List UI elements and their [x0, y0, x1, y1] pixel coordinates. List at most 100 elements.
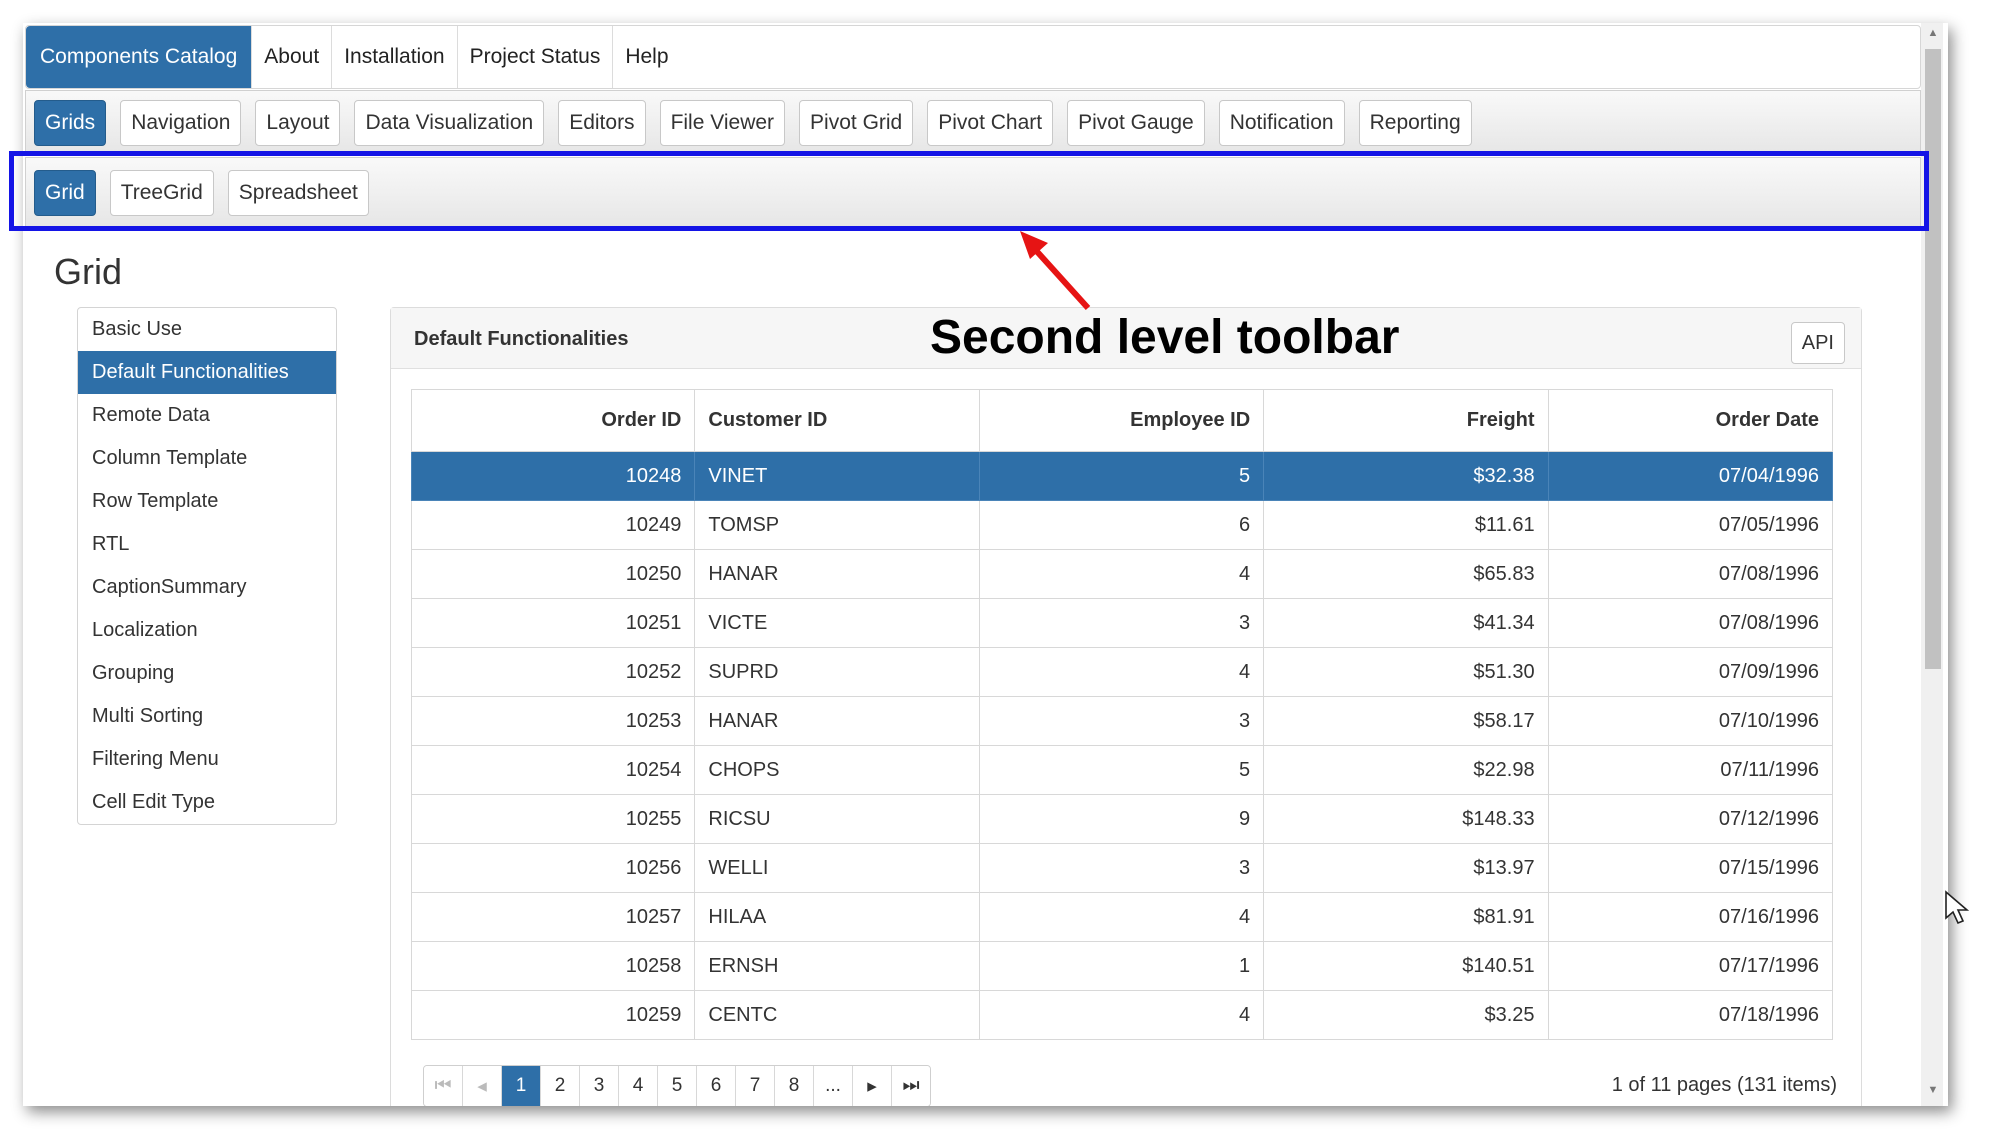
- sidebar-item-cell-edit-type[interactable]: Cell Edit Type: [78, 781, 336, 824]
- cell-employee-id[interactable]: 6: [978, 500, 1265, 550]
- cell-order-date[interactable]: 07/15/1996: [1547, 843, 1834, 893]
- top-nav-installation[interactable]: Installation: [332, 26, 458, 88]
- sidebar-item-localization[interactable]: Localization: [78, 609, 336, 652]
- cell-freight[interactable]: $58.17: [1263, 696, 1549, 746]
- table-row[interactable]: 10254 CHOPS 5 $22.98 07/11/1996: [410, 745, 1834, 795]
- cell-customer-id[interactable]: WELLI: [694, 843, 980, 893]
- table-row[interactable]: 10250 HANAR 4 $65.83 07/08/1996: [410, 549, 1834, 599]
- cell-order-date[interactable]: 07/09/1996: [1547, 647, 1834, 697]
- pager-more-pages[interactable]: ...: [814, 1066, 853, 1106]
- cell-customer-id[interactable]: VICTE: [694, 598, 980, 648]
- cell-order-id[interactable]: 10259: [410, 990, 696, 1040]
- vertical-scrollbar[interactable]: ▲ ▼: [1921, 23, 1943, 1106]
- pager-page-3[interactable]: 3: [580, 1066, 619, 1106]
- cell-customer-id[interactable]: SUPRD: [694, 647, 980, 697]
- cell-employee-id[interactable]: 4: [978, 990, 1265, 1040]
- first-page-icon[interactable]: ⏮: [424, 1066, 463, 1106]
- cell-order-date[interactable]: 07/16/1996: [1547, 892, 1834, 942]
- toolbar-notification-button[interactable]: Notification: [1218, 99, 1345, 146]
- cell-freight[interactable]: $51.30: [1263, 647, 1549, 697]
- toolbar-data-visualization-button[interactable]: Data Visualization: [354, 99, 545, 146]
- scroll-down-icon[interactable]: ▼: [1925, 1084, 1941, 1102]
- cell-order-id[interactable]: 10252: [410, 647, 696, 697]
- scroll-thumb[interactable]: [1925, 49, 1941, 669]
- toolbar-navigation-button[interactable]: Navigation: [120, 99, 242, 146]
- cell-freight[interactable]: $140.51: [1263, 941, 1549, 991]
- cell-order-date[interactable]: 07/11/1996: [1547, 745, 1834, 795]
- cell-order-date[interactable]: 07/08/1996: [1547, 598, 1834, 648]
- cell-employee-id[interactable]: 1: [978, 941, 1265, 991]
- cell-freight[interactable]: $11.61: [1263, 500, 1549, 550]
- cell-order-id[interactable]: 10251: [410, 598, 696, 648]
- cell-order-id[interactable]: 10250: [410, 549, 696, 599]
- cell-employee-id[interactable]: 5: [978, 745, 1265, 795]
- sidebar-item-remote-data[interactable]: Remote Data: [78, 394, 336, 437]
- cell-customer-id[interactable]: HANAR: [694, 696, 980, 746]
- toolbar-grid-button[interactable]: Grid: [34, 170, 96, 216]
- cell-freight[interactable]: $41.34: [1263, 598, 1549, 648]
- cell-employee-id[interactable]: 4: [978, 647, 1265, 697]
- cell-order-id[interactable]: 10248: [410, 451, 696, 501]
- pager-page-2[interactable]: 2: [541, 1066, 580, 1106]
- sidebar-item-filtering-menu[interactable]: Filtering Menu: [78, 738, 336, 781]
- cell-customer-id[interactable]: RICSU: [694, 794, 980, 844]
- toolbar-grids-button[interactable]: Grids: [34, 99, 107, 146]
- column-header-employee-id[interactable]: Employee ID: [978, 389, 1265, 452]
- top-nav-about[interactable]: About: [252, 26, 333, 88]
- cell-employee-id[interactable]: 3: [978, 598, 1265, 648]
- table-row[interactable]: 10257 HILAA 4 $81.91 07/16/1996: [410, 892, 1834, 942]
- sidebar-item-basic-use[interactable]: Basic Use: [78, 308, 336, 351]
- cell-customer-id[interactable]: HILAA: [694, 892, 980, 942]
- sidebar-item-column-template[interactable]: Column Template: [78, 437, 336, 480]
- table-row[interactable]: 10259 CENTC 4 $3.25 07/18/1996: [410, 990, 1834, 1040]
- cell-order-id[interactable]: 10256: [410, 843, 696, 893]
- cell-freight[interactable]: $3.25: [1263, 990, 1549, 1040]
- toolbar-spreadsheet-button[interactable]: Spreadsheet: [227, 170, 369, 216]
- cell-freight[interactable]: $32.38: [1263, 451, 1549, 501]
- cell-freight[interactable]: $13.97: [1263, 843, 1549, 893]
- top-nav-project-status[interactable]: Project Status: [458, 26, 614, 88]
- cell-employee-id[interactable]: 5: [978, 451, 1265, 501]
- cell-employee-id[interactable]: 9: [978, 794, 1265, 844]
- table-row[interactable]: 10251 VICTE 3 $41.34 07/08/1996: [410, 598, 1834, 648]
- cell-order-date[interactable]: 07/10/1996: [1547, 696, 1834, 746]
- table-row[interactable]: 10249 TOMSP 6 $11.61 07/05/1996: [410, 500, 1834, 550]
- sidebar-item-row-template[interactable]: Row Template: [78, 480, 336, 523]
- table-row[interactable]: 10258 ERNSH 1 $140.51 07/17/1996: [410, 941, 1834, 991]
- column-header-order-date[interactable]: Order Date: [1547, 389, 1834, 452]
- cell-freight[interactable]: $65.83: [1263, 549, 1549, 599]
- toolbar-file-viewer-button[interactable]: File Viewer: [659, 99, 786, 146]
- toolbar-editors-button[interactable]: Editors: [558, 99, 646, 146]
- toolbar-treegrid-button[interactable]: TreeGrid: [109, 170, 214, 216]
- cell-employee-id[interactable]: 4: [978, 549, 1265, 599]
- api-button[interactable]: API: [1790, 322, 1845, 364]
- cell-employee-id[interactable]: 4: [978, 892, 1265, 942]
- table-row[interactable]: 10256 WELLI 3 $13.97 07/15/1996: [410, 843, 1834, 893]
- pager-page-8[interactable]: 8: [775, 1066, 814, 1106]
- cell-freight[interactable]: $22.98: [1263, 745, 1549, 795]
- cell-order-id[interactable]: 10255: [410, 794, 696, 844]
- pager-page-6[interactable]: 6: [697, 1066, 736, 1106]
- cell-order-id[interactable]: 10249: [410, 500, 696, 550]
- cell-order-date[interactable]: 07/17/1996: [1547, 941, 1834, 991]
- cell-freight[interactable]: $148.33: [1263, 794, 1549, 844]
- cell-order-id[interactable]: 10258: [410, 941, 696, 991]
- table-row[interactable]: 10253 HANAR 3 $58.17 07/10/1996: [410, 696, 1834, 746]
- sidebar-item-captionsummary[interactable]: CaptionSummary: [78, 566, 336, 609]
- table-row[interactable]: 10255 RICSU 9 $148.33 07/12/1996: [410, 794, 1834, 844]
- column-header-order-id[interactable]: Order ID: [410, 389, 696, 452]
- pager-page-7[interactable]: 7: [736, 1066, 775, 1106]
- table-row[interactable]: 10248 VINET 5 $32.38 07/04/1996: [410, 451, 1834, 501]
- cell-freight[interactable]: $81.91: [1263, 892, 1549, 942]
- cell-customer-id[interactable]: HANAR: [694, 549, 980, 599]
- column-header-freight[interactable]: Freight: [1263, 389, 1549, 452]
- top-nav-help[interactable]: Help: [613, 26, 680, 88]
- toolbar-pivot-gauge-button[interactable]: Pivot Gauge: [1067, 99, 1205, 146]
- toolbar-pivot-chart-button[interactable]: Pivot Chart: [927, 99, 1054, 146]
- cell-customer-id[interactable]: TOMSP: [694, 500, 980, 550]
- cell-customer-id[interactable]: CENTC: [694, 990, 980, 1040]
- next-page-icon[interactable]: ▸: [853, 1066, 892, 1106]
- sidebar-item-rtl[interactable]: RTL: [78, 523, 336, 566]
- cell-order-date[interactable]: 07/04/1996: [1547, 451, 1834, 501]
- cell-customer-id[interactable]: CHOPS: [694, 745, 980, 795]
